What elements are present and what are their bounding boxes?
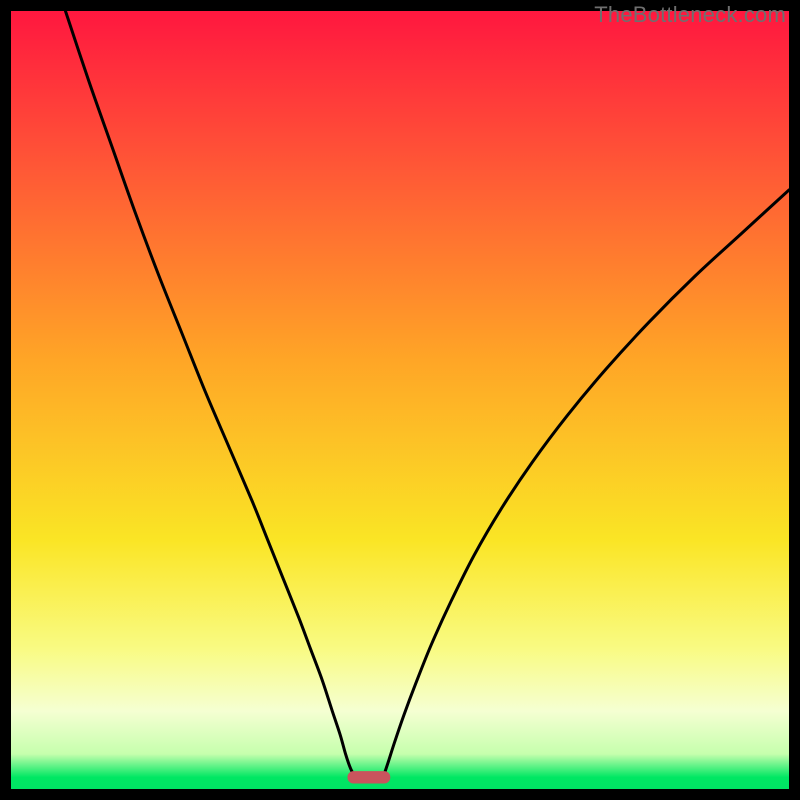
chart-frame	[11, 11, 789, 789]
watermark-text: TheBottleneck.com	[594, 2, 786, 28]
min-marker	[347, 771, 390, 783]
gradient-background	[11, 11, 789, 789]
chart-svg	[11, 11, 789, 789]
